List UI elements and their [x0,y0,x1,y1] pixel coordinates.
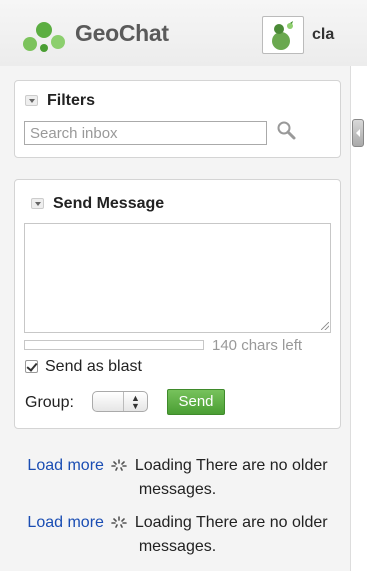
send-message-panel: Send Message 140 chars left Send as blas… [14,179,341,429]
group-label: Group: [25,394,74,411]
avatar[interactable] [262,16,304,54]
send-message-title: Send Message [53,195,165,212]
filters-toggle-icon[interactable] [25,95,38,106]
geochat-logo-icon[interactable] [20,18,68,54]
app-title[interactable]: GeoChat [75,20,169,47]
select-divider [123,392,124,411]
chevron-up-down-icon: ▲ ▼ [131,393,140,411]
load-status-line: Load more Loading There are no older mes… [14,511,341,559]
send-as-blast-label[interactable]: Send as blast [45,358,142,376]
send-message-toggle-icon[interactable] [31,198,44,209]
loading-text: Loading [134,514,192,531]
app-header: GeoChat cla [0,0,367,66]
search-input[interactable] [24,121,267,145]
loading-text: Loading [134,457,192,474]
search-icon[interactable] [275,119,297,141]
user-avatar-icon [272,21,293,50]
load-status-line: Load more Loading There are no older mes… [14,454,341,502]
loading-spinner-icon [111,516,128,528]
collapse-sidebar-handle[interactable] [352,119,364,147]
load-more-link[interactable]: Load more [27,514,104,531]
load-more-link[interactable]: Load more [27,457,104,474]
loading-spinner-icon [111,459,128,471]
char-count-bar [24,340,204,350]
filters-panel: Filters [14,80,341,158]
resize-grip-icon[interactable] [321,322,329,330]
send-button[interactable]: Send [167,389,225,415]
send-as-blast-checkbox[interactable] [25,360,38,373]
filters-title: Filters [47,92,96,109]
group-select[interactable]: ▲ ▼ [92,391,148,412]
message-textarea[interactable] [24,223,331,333]
user-name[interactable]: cla [312,26,334,44]
chars-left-text: 140 chars left [212,337,303,354]
